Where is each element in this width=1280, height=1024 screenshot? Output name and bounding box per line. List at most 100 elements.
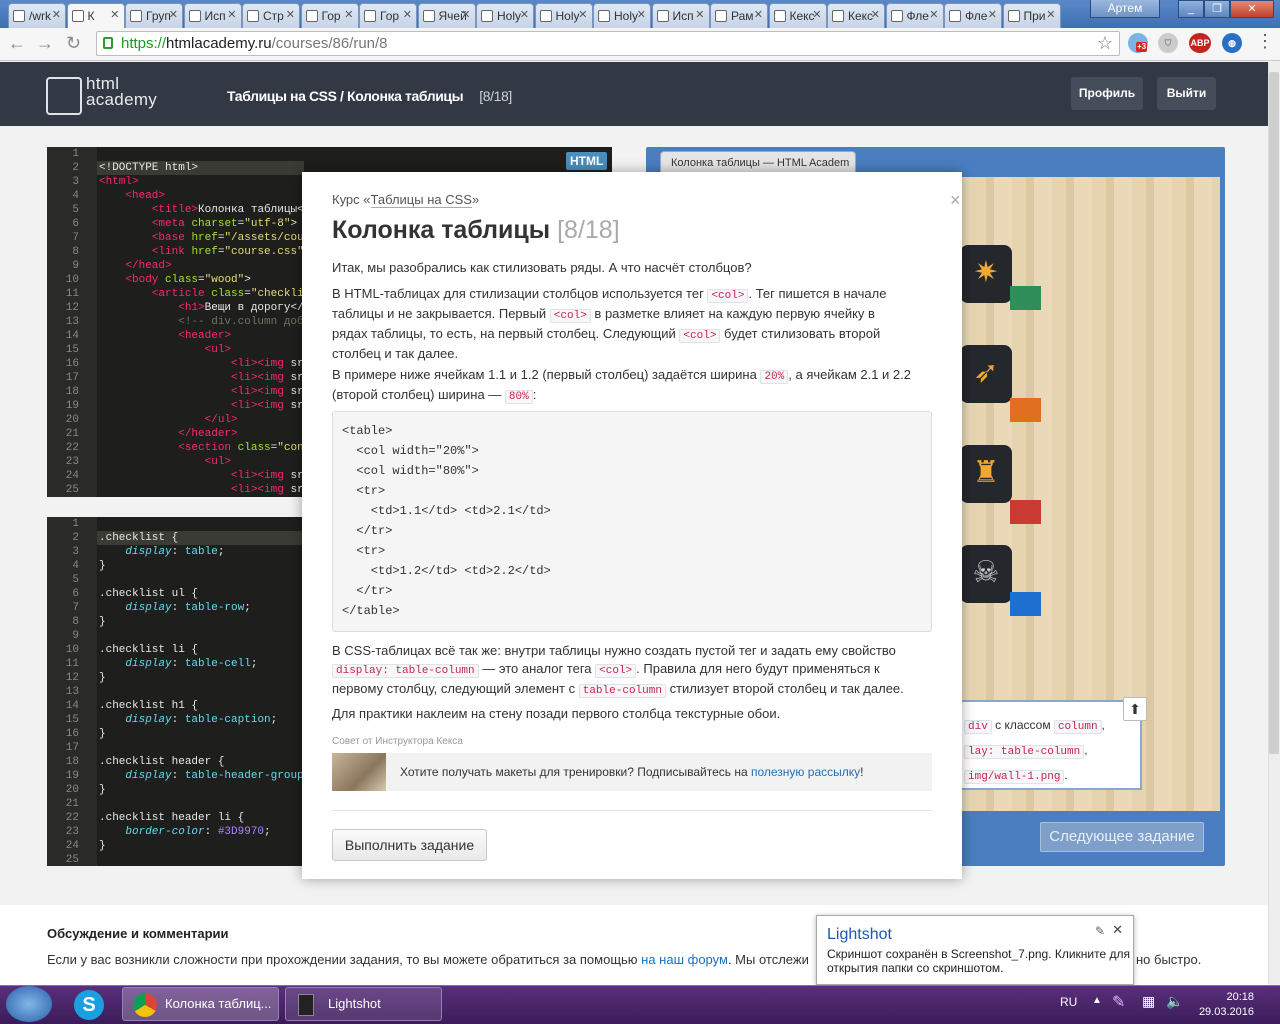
line-number: 7: [72, 602, 79, 614]
tab-close-icon[interactable]: ✕: [169, 8, 178, 21]
tab-close-icon[interactable]: ✕: [52, 8, 61, 21]
forward-icon[interactable]: →: [36, 33, 54, 54]
tab-favicon-icon: [71, 10, 84, 22]
language-indicator[interactable]: RU: [1060, 995, 1077, 1009]
browser-tab[interactable]: Исп ✕: [183, 3, 242, 28]
tab-close-icon[interactable]: ✕: [754, 8, 763, 21]
collapse-hint-arrow-icon[interactable]: ⬆: [1123, 697, 1147, 721]
close-window-button[interactable]: ✕: [1230, 0, 1274, 18]
newsletter-link[interactable]: полезную рассылку: [751, 765, 860, 779]
forum-link[interactable]: на наш форум: [641, 952, 728, 967]
back-icon[interactable]: ←: [8, 33, 26, 54]
line-number: 9: [72, 260, 79, 272]
browser-tab[interactable]: К ✕: [66, 3, 125, 29]
tab-close-icon[interactable]: ✕: [637, 8, 646, 21]
browser-tab[interactable]: Holy ✕: [476, 3, 534, 28]
browser-tab[interactable]: Holy ✕: [593, 3, 651, 28]
crumb-course[interactable]: Таблицы на CSS: [227, 88, 337, 104]
url-path: /courses/86/run/8: [271, 35, 388, 52]
chrome-icon: [133, 993, 157, 1017]
maximize-button[interactable]: ❐: [1204, 0, 1230, 18]
line-number: 14: [65, 330, 79, 342]
line-number: 24: [65, 470, 79, 482]
browser-tab[interactable]: Груп ✕: [125, 3, 183, 28]
tab-close-icon[interactable]: ✕: [227, 8, 236, 21]
tab-close-icon[interactable]: ✕: [110, 8, 119, 21]
system-clock[interactable]: 20:18 29.03.2016: [1196, 990, 1254, 1020]
browser-tab[interactable]: Гор ✕: [359, 3, 417, 28]
line-number: 19: [65, 770, 79, 782]
tab-label: Кекс: [848, 9, 874, 23]
close-notification-icon[interactable]: ✕: [1112, 922, 1123, 938]
browser-tab[interactable]: Гор ✕: [300, 3, 359, 28]
logout-button[interactable]: Выйти: [1157, 77, 1216, 110]
browser-tab[interactable]: Фле ✕: [944, 3, 1002, 28]
next-task-button[interactable]: Следующее задание: [1040, 822, 1204, 852]
profile-button[interactable]: Профиль: [1071, 77, 1143, 110]
browser-tab[interactable]: При ✕: [1002, 3, 1061, 28]
lightshot-notification[interactable]: Lightshot ✎ ✕ Скриншот сохранён в Screen…: [816, 915, 1134, 985]
line-number: 4: [72, 190, 79, 202]
css-code: .checklist { display: table;} .checklist…: [97, 517, 311, 866]
tab-favicon-icon: [890, 10, 903, 22]
tab-close-icon[interactable]: ✕: [344, 8, 353, 21]
skype-icon[interactable]: S: [74, 990, 104, 1020]
line-number: 23: [65, 826, 79, 838]
reload-icon[interactable]: ↻: [66, 33, 81, 54]
taskbar-chrome-app[interactable]: Колонка таблиц...: [122, 987, 279, 1021]
discussion-title: Обсуждение и комментарии: [47, 926, 229, 941]
academy-logo-icon[interactable]: [46, 77, 82, 115]
browser-tab[interactable]: Кекс ✕: [768, 3, 827, 28]
tab-close-icon[interactable]: ✕: [578, 8, 587, 21]
url-field[interactable]: https://htmlacademy.ru/courses/86/run/8 …: [96, 31, 1120, 56]
tab-label: Исп: [672, 9, 694, 23]
browser-tab[interactable]: Кекс ✕: [827, 3, 885, 28]
shield-ext-icon[interactable]: ⛉: [1158, 33, 1178, 53]
preview-tab: Колонка таблицы — HTML Academ: [660, 151, 856, 173]
line-number: 16: [65, 358, 79, 370]
crumb-lesson[interactable]: Колонка таблицы: [347, 88, 464, 104]
scrollbar-thumb[interactable]: [1269, 72, 1279, 754]
tab-close-icon[interactable]: ✕: [286, 8, 295, 21]
tab-close-icon[interactable]: ✕: [403, 8, 412, 21]
weather-ext-icon[interactable]: +3: [1128, 33, 1148, 53]
tab-close-icon[interactable]: ✕: [871, 8, 880, 21]
browser-tab[interactable]: Рам ✕: [710, 3, 768, 28]
adblock-ext-icon[interactable]: ABP: [1189, 33, 1211, 53]
tray-expand-icon[interactable]: ▲: [1092, 995, 1102, 1006]
tab-close-icon[interactable]: ✕: [461, 8, 470, 21]
start-button[interactable]: [6, 986, 52, 1022]
tab-close-icon[interactable]: ✕: [929, 8, 938, 21]
close-icon[interactable]: ×: [950, 190, 961, 211]
globe-ext-icon[interactable]: ◍: [1222, 33, 1242, 53]
academy-logo-text[interactable]: html academy: [86, 75, 157, 108]
network-icon[interactable]: ▦: [1142, 993, 1155, 1010]
browser-tab[interactable]: /wrk ✕: [8, 3, 66, 28]
tab-close-icon[interactable]: ✕: [1046, 8, 1055, 21]
bookmark-star-icon[interactable]: ☆: [1097, 33, 1113, 54]
line-number: 11: [65, 658, 79, 670]
browser-tab[interactable]: Holy ✕: [534, 3, 593, 28]
tab-favicon-icon: [13, 10, 25, 22]
tab-favicon-icon: [715, 10, 727, 22]
line-number: 22: [65, 812, 79, 824]
browser-tab[interactable]: Фле ✕: [885, 3, 944, 28]
course-link[interactable]: Курс «Таблицы на CSS»: [332, 192, 479, 208]
browser-tab[interactable]: Исп ✕: [651, 3, 710, 28]
pin-icon[interactable]: ✎: [1095, 924, 1105, 938]
minimize-button[interactable]: _: [1178, 0, 1204, 18]
tab-close-icon[interactable]: ✕: [695, 8, 704, 21]
run-task-button[interactable]: Выполнить задание: [332, 829, 487, 861]
tab-close-icon[interactable]: ✕: [812, 8, 821, 21]
taskbar-lightshot-app[interactable]: Lightshot: [285, 987, 442, 1021]
tab-close-icon[interactable]: ✕: [520, 8, 529, 21]
browser-tab[interactable]: Стр ✕: [242, 3, 300, 28]
browser-tab[interactable]: Ячей ✕: [417, 3, 476, 28]
line-number: 20: [65, 784, 79, 796]
volume-icon[interactable]: 🔈: [1166, 993, 1183, 1010]
tab-favicon-icon: [247, 10, 259, 22]
tab-close-icon[interactable]: ✕: [988, 8, 997, 21]
profile-user-button[interactable]: Артем: [1090, 0, 1160, 18]
lightshot-tray-icon[interactable]: ✎: [1112, 992, 1125, 1012]
menu-icon[interactable]: ⋮: [1256, 31, 1274, 52]
